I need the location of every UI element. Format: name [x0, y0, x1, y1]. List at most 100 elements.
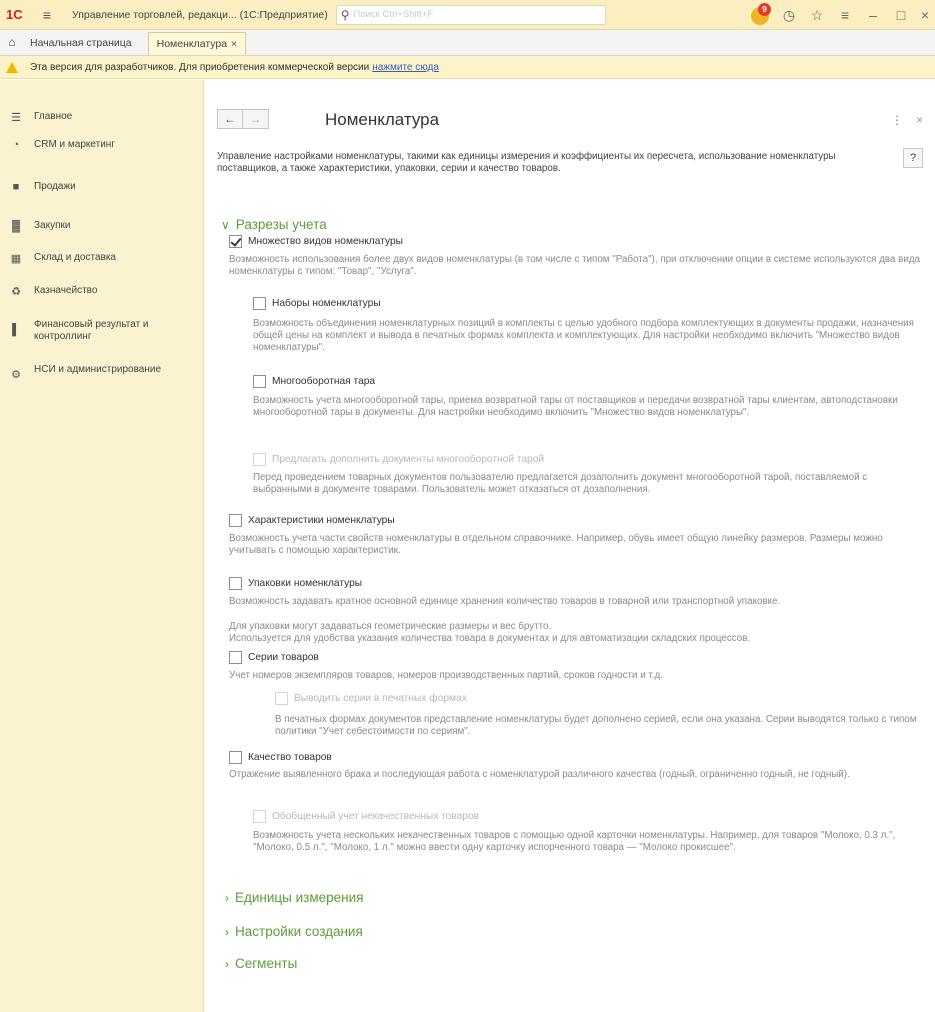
option-hint-3: Используется для удобства указания колич…	[229, 633, 751, 644]
option-label: Упаковки номенклатуры	[248, 578, 363, 589]
help-button[interactable]: ?	[903, 148, 923, 168]
maximize-icon[interactable]: □	[887, 7, 915, 23]
option-hint: Перед проведением товарных документов по…	[253, 472, 868, 496]
warning-text: Эта версия для разработчиков. Для приобр…	[30, 61, 370, 73]
sidebar-item-purchases[interactable]: ▓ Закупки	[0, 220, 204, 232]
option-hint: Возможность учета части свойств номенкла…	[229, 533, 883, 557]
page-description: Управление настройками номенклатуры, так…	[217, 151, 836, 174]
checkbox[interactable]	[229, 651, 242, 664]
main-content: ← → Номенклатура ⋮ × Управление настройк…	[205, 80, 935, 1012]
warning-icon	[6, 61, 18, 73]
developer-warning-bar: Эта версия для разработчиков. Для приобр…	[0, 56, 935, 79]
sidebar-item-label: Продажи	[34, 181, 76, 192]
close-form-icon[interactable]: ×	[916, 113, 923, 127]
option-item-quality[interactable]: Качество товаров	[229, 751, 332, 764]
option-multiple-item-types[interactable]: Множество видов номенклатуры	[229, 235, 403, 248]
checkbox[interactable]	[253, 453, 266, 466]
option-label: Наборы номенклатуры	[272, 298, 381, 309]
back-button[interactable]: ←	[217, 109, 243, 129]
cart-icon: ▓	[11, 220, 21, 232]
notifications-badge: 9	[758, 3, 771, 16]
sidebar-item-label: Казначейство	[34, 285, 98, 296]
option-returnable-packaging[interactable]: Многооборотная тара	[253, 375, 375, 388]
sidebar-item-finance[interactable]: ▌ Финансовый результат и контроллинг	[0, 319, 204, 343]
warehouse-icon: ▦	[10, 253, 22, 265]
checkbox[interactable]	[253, 297, 266, 310]
option-suggest-packaging[interactable]: Предлагать дополнить документы многообор…	[253, 453, 544, 466]
option-item-series[interactable]: Серии товаров	[229, 651, 319, 664]
option-hint: Возможность учета многооборотной тары, п…	[253, 395, 898, 419]
history-icon[interactable]: ◷	[775, 7, 803, 24]
hamburger-menu-icon[interactable]: ≡	[36, 7, 58, 23]
star-icon[interactable]: ☆	[803, 7, 831, 24]
search-input[interactable]: ⚲ Поиск Ctrl+Shift+F	[335, 4, 606, 25]
sidebar-item-label: Склад и доставка	[34, 252, 116, 263]
sidebar-item-sales[interactable]: ■ Продажи	[0, 181, 204, 193]
navigation-buttons: ← →	[217, 109, 269, 129]
option-hint-2: Для упаковки могут задаваться геометриче…	[229, 621, 552, 632]
option-label: Множество видов номенклатуры	[248, 236, 403, 247]
close-window-icon[interactable]: ×	[915, 7, 935, 23]
checkbox[interactable]	[253, 375, 266, 388]
section-title: Разрезы учета	[235, 217, 327, 232]
section-title: Единицы измерения	[235, 890, 364, 905]
home-icon[interactable]: ⌂	[2, 29, 22, 55]
section-segments[interactable]: › Сегменты	[225, 956, 297, 971]
option-hint: Возможность использования более двух вид…	[229, 254, 921, 278]
gear-icon: ⚙	[11, 369, 21, 381]
sidebar-item-treasury[interactable]: ♻ Казначейство	[0, 285, 204, 298]
tab-nomenclature[interactable]: Номенклатура ×	[147, 32, 246, 55]
purchase-link[interactable]: нажмите сюда	[372, 62, 439, 73]
sidebar-item-crm[interactable]: ◔ CRM и маркетинг	[0, 139, 204, 151]
option-hint: Учет номеров экземпляров товаров, номеро…	[229, 670, 663, 681]
menu-icon: ☰	[11, 112, 21, 124]
sidebar-item-label: CRM и маркетинг	[34, 139, 115, 150]
chevron-right-icon: ›	[225, 956, 229, 971]
option-hint: В печатных формах документов представлен…	[275, 714, 917, 738]
close-tab-icon[interactable]: ×	[231, 39, 237, 50]
checkbox[interactable]	[253, 810, 266, 823]
checkbox[interactable]	[229, 235, 242, 248]
sidebar-item-admin[interactable]: ⚙ НСИ и администрирование	[0, 364, 204, 381]
chart-icon: ▌	[12, 324, 20, 336]
sidebar-item-label: Главное	[34, 111, 73, 122]
search-placeholder: Поиск Ctrl+Shift+F	[353, 9, 434, 20]
option-label: Качество товаров	[248, 752, 332, 763]
minimize-icon[interactable]: –	[859, 7, 887, 23]
section-accounting-dimensions[interactable]: ∨ Разрезы учета	[221, 217, 327, 232]
checkbox[interactable]	[229, 577, 242, 590]
section-creation-settings[interactable]: › Настройки создания	[225, 924, 363, 939]
sidebar-item-label: НСИ и администрирование	[34, 364, 162, 375]
option-print-series[interactable]: Выводить серии в печатных формах	[275, 692, 467, 705]
sidebar-item-label: Финансовый результат и контроллинг	[34, 319, 149, 342]
option-label: Серии товаров	[248, 652, 319, 663]
crm-icon: ◔	[12, 139, 20, 151]
more-options-icon[interactable]: ⋮	[891, 113, 903, 127]
option-item-sets[interactable]: Наборы номенклатуры	[253, 297, 381, 310]
checkbox[interactable]	[229, 514, 242, 527]
notifications-button[interactable]: 9	[749, 3, 775, 26]
sidebar: ☰ Главное ◔ CRM и маркетинг ■ Продажи ▓ …	[0, 80, 204, 1012]
sidebar-item-warehouse[interactable]: ▦ Склад и доставка	[0, 252, 204, 265]
option-item-packaging[interactable]: Упаковки номенклатуры	[229, 577, 362, 590]
chevron-right-icon: ›	[225, 924, 229, 939]
option-hint: Возможность объединения номенклатурных п…	[253, 318, 914, 354]
settings-menu-icon[interactable]: ≡	[831, 7, 859, 23]
app-logo: 1С	[6, 7, 23, 22]
checkbox[interactable]	[275, 692, 288, 705]
tab-home[interactable]: Начальная страница	[22, 32, 140, 55]
option-generalized-defect-accounting[interactable]: Обобщенный учет некачественных товаров	[253, 810, 479, 823]
tabs-bar: ⌂ Начальная страница Номенклатура ×	[0, 30, 935, 56]
sidebar-item-main[interactable]: ☰ Главное	[0, 111, 204, 124]
window-title: Управление торговлей, редакци... (1С:Пре…	[72, 8, 328, 21]
forward-button[interactable]: →	[243, 109, 269, 129]
option-item-characteristics[interactable]: Характеристики номенклатуры	[229, 514, 395, 527]
option-hint: Возможность задавать кратное основной ед…	[229, 596, 781, 607]
treasury-icon: ♻	[11, 286, 21, 298]
option-label: Многооборотная тара	[272, 376, 376, 387]
section-title: Настройки создания	[235, 924, 363, 939]
section-units[interactable]: › Единицы измерения	[225, 890, 363, 905]
option-hint: Возможность учета нескольких некачествен…	[253, 830, 896, 854]
checkbox[interactable]	[229, 751, 242, 764]
title-bar: 1С ≡ Управление торговлей, редакци... (1…	[0, 0, 935, 30]
